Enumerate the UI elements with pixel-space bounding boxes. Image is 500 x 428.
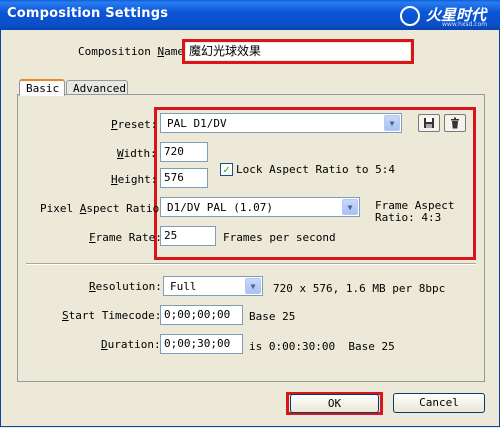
delete-preset-icon[interactable]	[444, 114, 466, 132]
save-preset-icon[interactable]	[418, 114, 440, 132]
resolution-value: Full	[170, 280, 197, 293]
lock-aspect-label: Lock Aspect Ratio to 5:4	[236, 163, 395, 176]
composition-name-input[interactable]: 魔幻光球效果	[186, 43, 410, 60]
tab-basic[interactable]: Basic	[19, 79, 65, 96]
brand-logo: 火星时代 www.hxsd.com	[400, 4, 494, 28]
duration-info: is 0:00:30:00 Base 25	[249, 340, 395, 353]
duration-label: Duration:	[101, 338, 161, 351]
frame-rate-suffix: Frames per second	[223, 231, 336, 244]
lock-aspect-checkbox[interactable]: ✓	[220, 163, 233, 176]
chevron-down-icon[interactable]: ▼	[342, 199, 358, 215]
frame-rate-label: Frame Rate:	[89, 231, 162, 244]
pixel-aspect-dropdown[interactable]: D1/DV PAL (1.07) ▼	[160, 197, 360, 217]
brand-url: www.hxsd.com	[442, 21, 488, 28]
resolution-label: Resolution:	[89, 280, 162, 293]
resolution-dropdown[interactable]: Full ▼	[163, 276, 263, 296]
brand-circle-icon	[400, 6, 420, 26]
frame-rate-input[interactable]: 25	[160, 226, 216, 246]
preset-value: PAL D1/DV	[167, 117, 227, 130]
resolution-info: 720 x 576, 1.6 MB per 8bpc	[273, 282, 446, 295]
height-label: Height:	[111, 173, 158, 186]
duration-input[interactable]: 0;00;30;00	[160, 334, 243, 354]
chevron-down-icon[interactable]: ▼	[245, 278, 261, 294]
pixel-aspect-label: Pixel Aspect Ratio:	[40, 202, 166, 215]
start-timecode-input[interactable]: 0;00;00;00	[160, 305, 243, 325]
start-timecode-label: Start Timecode:	[62, 309, 162, 322]
title-bar[interactable]: Composition Settings 火星时代 www.hxsd.com	[0, 0, 500, 30]
cancel-button[interactable]: Cancel	[393, 393, 485, 413]
frame-aspect-line2: Ratio: 4:3	[375, 211, 442, 224]
preset-label: Preset:	[111, 118, 158, 131]
width-label: Width:	[117, 147, 157, 160]
width-input[interactable]: 720	[160, 142, 208, 162]
height-input[interactable]: 576	[160, 168, 208, 188]
ok-button[interactable]: OK	[290, 394, 379, 413]
separator	[26, 263, 476, 265]
start-timecode-base: Base 25	[249, 310, 296, 323]
window-title: Composition Settings	[7, 6, 169, 21]
composition-name-label: Composition Name:	[78, 45, 191, 58]
preset-dropdown[interactable]: PAL D1/DV ▼	[160, 113, 402, 133]
pixel-aspect-value: D1/DV PAL (1.07)	[167, 201, 273, 214]
chevron-down-icon[interactable]: ▼	[384, 115, 400, 131]
